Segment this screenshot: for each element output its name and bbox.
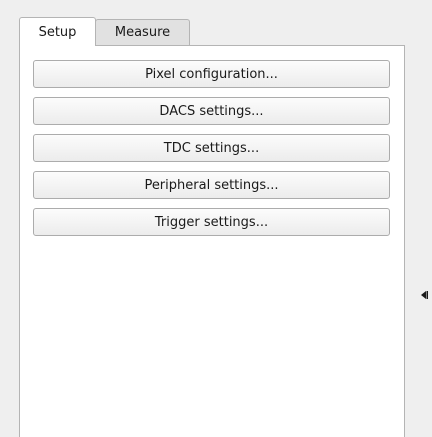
setup-tab-pane: Pixel configuration... DACS settings... … xyxy=(19,45,405,437)
trigger-settings-label: Trigger settings... xyxy=(154,214,269,230)
splitter-handle[interactable] xyxy=(419,290,429,300)
tdc-settings-button[interactable]: TDC settings... xyxy=(33,134,390,162)
collapse-left-icon xyxy=(420,291,428,299)
peripheral-settings-button[interactable]: Peripheral settings... xyxy=(33,171,390,199)
setup-button-list: Pixel configuration... DACS settings... … xyxy=(33,60,390,245)
dacs-settings-label: DACS settings... xyxy=(159,103,264,119)
tab-measure[interactable]: Measure xyxy=(95,19,190,45)
main-window: Setup Measure Pixel configuration... DAC… xyxy=(0,0,432,437)
tdc-settings-label: TDC settings... xyxy=(163,140,260,156)
tab-setup[interactable]: Setup xyxy=(19,17,96,46)
trigger-settings-button[interactable]: Trigger settings... xyxy=(33,208,390,236)
dacs-settings-button[interactable]: DACS settings... xyxy=(33,97,390,125)
tab-measure-label: Measure xyxy=(114,25,171,40)
pixel-configuration-button[interactable]: Pixel configuration... xyxy=(33,60,390,88)
tab-bar: Setup Measure xyxy=(19,17,190,46)
peripheral-settings-label: Peripheral settings... xyxy=(144,177,279,193)
tab-setup-label: Setup xyxy=(38,24,77,40)
pixel-configuration-label: Pixel configuration... xyxy=(145,66,278,82)
